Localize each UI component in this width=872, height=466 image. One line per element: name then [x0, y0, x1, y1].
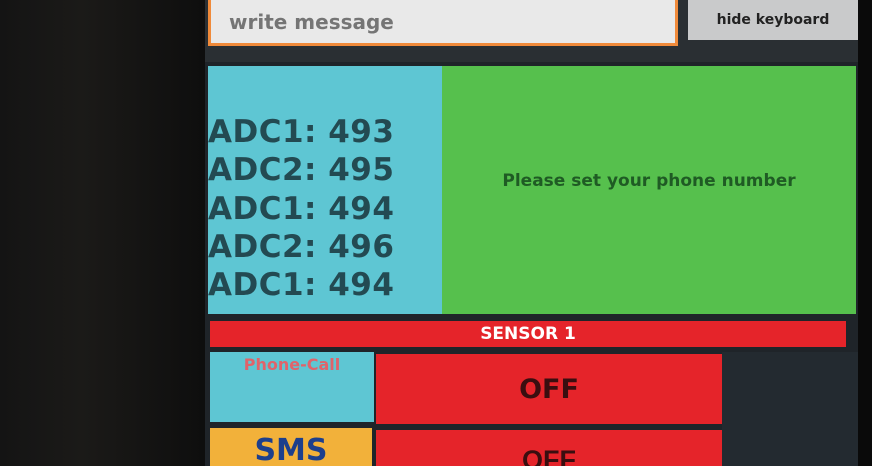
- adc-reading: ADC2: 495: [208, 152, 395, 188]
- adc-reading: ADC1: 493: [208, 114, 395, 150]
- status-message: Please set your phone number: [502, 171, 796, 191]
- adc-reading: ADC2: 496: [208, 229, 395, 265]
- sms-label: SMS: [210, 428, 372, 466]
- empty-panel: [722, 352, 858, 466]
- hide-keyboard-button[interactable]: hide keyboard: [688, 0, 858, 40]
- sms-toggle-button[interactable]: OFF: [376, 430, 722, 466]
- device-bezel-right: [858, 0, 872, 466]
- adc-reading: ADC1: 494: [208, 191, 395, 227]
- device-bezel-left: [0, 0, 205, 466]
- adc-reading: ADC1: 494: [208, 267, 395, 303]
- message-input[interactable]: [208, 0, 678, 46]
- adc-readings-panel: ADC1: 493 ADC2: 495 ADC1: 494 ADC2: 496 …: [208, 66, 442, 314]
- sensor-header: SENSOR 1: [210, 321, 846, 347]
- phone-call-label: Phone-Call: [210, 352, 374, 422]
- phone-call-toggle-button[interactable]: OFF: [376, 354, 722, 424]
- status-panel: Please set your phone number: [442, 66, 856, 314]
